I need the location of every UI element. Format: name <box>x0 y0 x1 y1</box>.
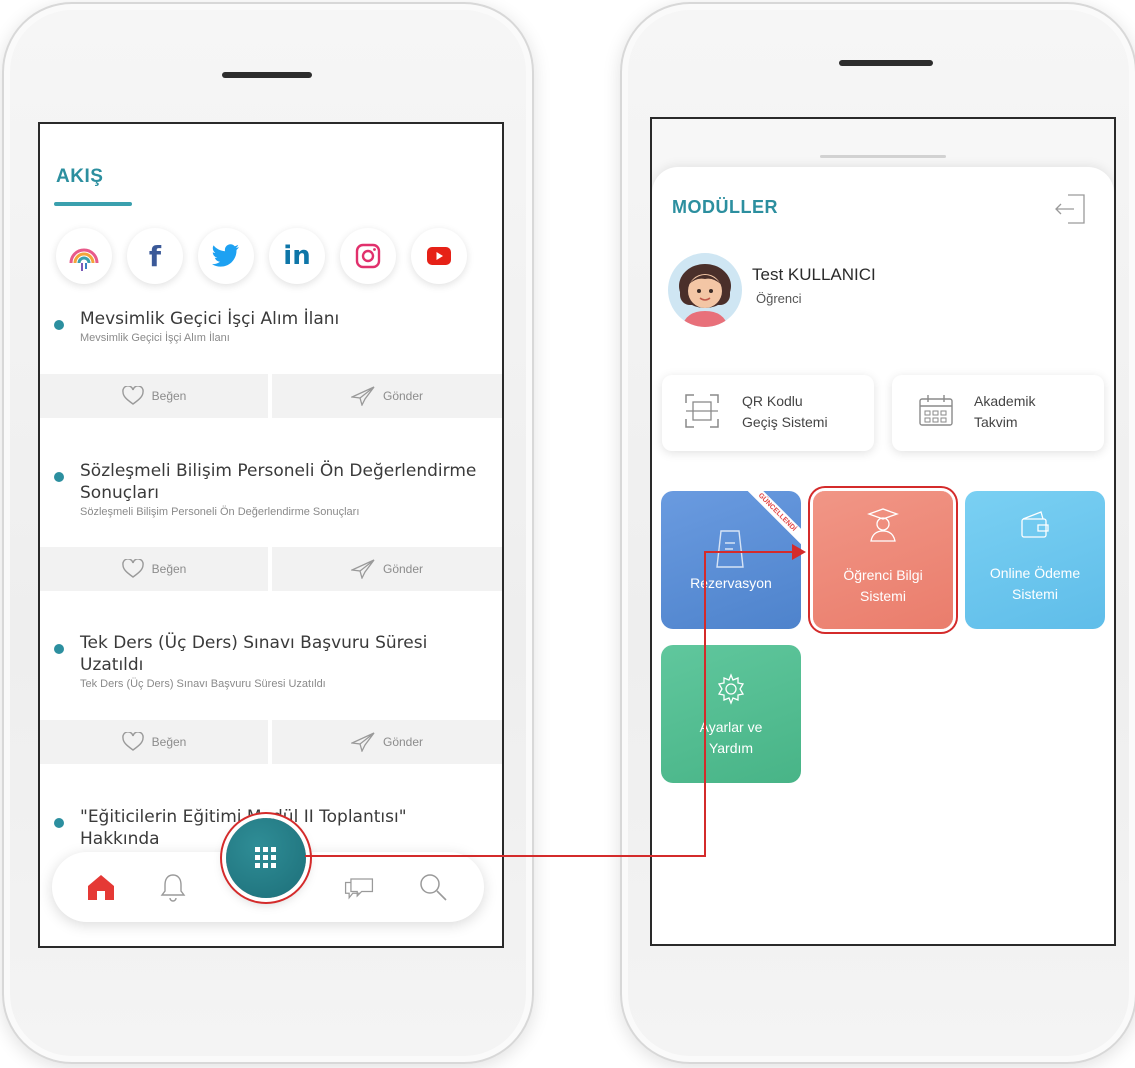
qr-pass-line1: QR Kodlu <box>742 393 803 409</box>
post-title: Sözleşmeli Bilişim Personeli Ön Değerlen… <box>80 461 477 503</box>
user-name: Test KULLANICI <box>752 265 876 284</box>
settings-help-line2: Yardım <box>708 740 754 756</box>
paper-plane-icon <box>350 559 375 579</box>
modules-grid-button[interactable] <box>226 818 306 898</box>
like-button[interactable]: Beğen <box>40 547 268 591</box>
post-subtitle: Tek Ders (Üç Ders) Sınavı Başvuru Süresi… <box>80 678 326 690</box>
send-label: Gönder <box>382 735 424 749</box>
like-label: Beğen <box>151 389 187 403</box>
post-bullet <box>54 472 64 482</box>
search-icon[interactable] <box>416 870 450 904</box>
send-button[interactable]: Gönder <box>272 720 502 764</box>
like-button[interactable]: Beğen <box>40 374 268 418</box>
wallet-icon <box>1021 511 1049 538</box>
modules-title: MODÜLLER <box>672 197 778 217</box>
academic-calendar-label: Akademik Takvim <box>974 391 1035 433</box>
heart-icon <box>121 732 144 751</box>
community-icon[interactable] <box>56 228 112 284</box>
heart-icon <box>121 559 144 578</box>
academic-calendar-card[interactable]: Akademik Takvim <box>892 375 1104 451</box>
qr-pass-card[interactable]: QR Kodlu Geçiş Sistemi <box>662 375 874 451</box>
reservation-label: Rezervasyon <box>690 575 772 591</box>
right-phone-frame: MODÜLLER Test KULLANICI Öğrenci QR Kodlu… <box>620 2 1135 1064</box>
post-title: Tek Ders (Üç Ders) Sınavı Başvuru Süresi… <box>80 633 428 675</box>
academic-calendar-line1: Akademik <box>974 393 1036 409</box>
linkedin-icon[interactable]: in <box>269 228 325 284</box>
post-actions: Beğen Gönder <box>40 374 502 418</box>
settings-help-line1: Ayarlar ve <box>699 719 763 735</box>
post-actions: Beğen Gönder <box>40 720 502 764</box>
modules-sheet: MODÜLLER Test KULLANICI Öğrenci QR Kodlu… <box>652 155 1114 944</box>
qr-pass-line2: Geçiş Sistemi <box>742 414 828 430</box>
home-icon[interactable] <box>84 870 118 904</box>
like-label: Beğen <box>151 562 187 576</box>
feed-title-underline <box>54 202 132 206</box>
online-payment-line2: Sistemi <box>1012 586 1058 602</box>
send-button[interactable]: Gönder <box>272 374 502 418</box>
feed-screen: AKIŞ f in Mevsimlik Geçici İşçi Alım İla… <box>38 122 504 948</box>
post-title: Mevsimlik Geçici İşçi Alım İlanı <box>80 309 340 329</box>
online-payment-tile[interactable]: Online Ödeme Sistemi <box>965 491 1105 629</box>
student-info-line2: Sistemi <box>860 588 906 604</box>
post-subtitle: Sözleşmeli Bilişim Personeli Ön Değerlen… <box>80 506 360 518</box>
instagram-icon[interactable] <box>340 228 396 284</box>
send-label: Gönder <box>382 389 424 403</box>
updated-badge: GÜNCELLENDİ <box>737 491 801 552</box>
left-phone-frame: AKIŞ f in Mevsimlik Geçici İşçi Alım İla… <box>2 2 534 1064</box>
twitter-icon[interactable] <box>198 228 254 284</box>
left-phone-speaker <box>222 72 312 78</box>
reservation-icon <box>716 530 744 568</box>
post-bullet <box>54 644 64 654</box>
logout-icon[interactable] <box>1054 193 1088 225</box>
post-actions: Beğen Gönder <box>40 547 502 591</box>
paper-plane-icon <box>350 386 375 406</box>
bell-icon[interactable] <box>156 870 190 904</box>
post-bullet <box>54 818 64 828</box>
sheet-drag-handle[interactable] <box>820 155 946 158</box>
like-label: Beğen <box>151 735 187 749</box>
qr-pass-label: QR Kodlu Geçiş Sistemi <box>742 391 828 433</box>
right-phone-speaker <box>839 60 933 66</box>
send-label: Gönder <box>382 562 424 576</box>
modules-grid-icon <box>255 847 276 868</box>
academic-calendar-line2: Takvim <box>974 414 1018 430</box>
youtube-icon[interactable] <box>411 228 467 284</box>
paper-plane-icon <box>350 732 375 752</box>
chat-icon[interactable] <box>342 870 376 904</box>
qr-scan-icon <box>685 394 719 428</box>
graduate-icon <box>867 508 899 542</box>
calendar-icon <box>919 395 953 426</box>
online-payment-line1: Online Ödeme <box>989 565 1081 581</box>
heart-icon <box>121 386 144 405</box>
post-subtitle: Mevsimlik Geçici İşçi Alım İlanı <box>80 332 230 344</box>
student-info-system-tile[interactable]: Öğrenci Bilgi Sistemi <box>813 491 953 629</box>
modules-screen: MODÜLLER Test KULLANICI Öğrenci QR Kodlu… <box>650 117 1116 946</box>
like-button[interactable]: Beğen <box>40 720 268 764</box>
social-links-row: f in <box>50 228 500 284</box>
reservation-tile[interactable]: GÜNCELLENDİ Rezervasyon <box>661 491 801 629</box>
settings-icon <box>717 673 745 705</box>
user-role: Öğrenci <box>756 291 802 306</box>
feed-title: AKIŞ <box>56 166 104 187</box>
avatar <box>668 253 742 327</box>
facebook-icon[interactable]: f <box>127 228 183 284</box>
student-info-line1: Öğrenci Bilgi <box>843 567 923 583</box>
post-bullet <box>54 320 64 330</box>
settings-help-tile[interactable]: Ayarlar ve Yardım <box>661 645 801 783</box>
send-button[interactable]: Gönder <box>272 547 502 591</box>
